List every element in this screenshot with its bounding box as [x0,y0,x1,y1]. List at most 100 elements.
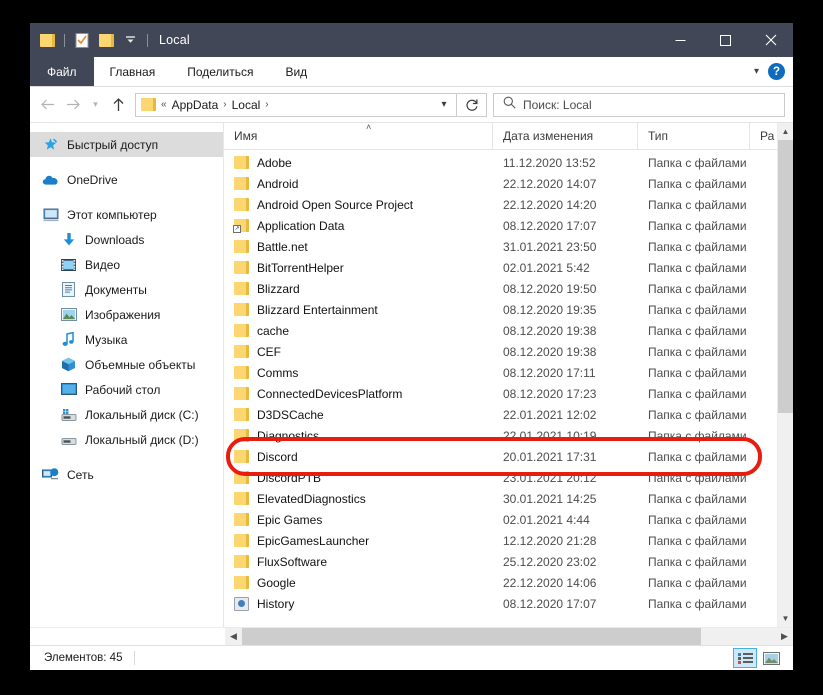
table-row[interactable]: EpicGamesLauncher 12.12.2020 21:28 Папка с… [224,530,793,551]
recent-locations-icon[interactable]: ▾ [86,92,105,118]
vertical-scrollbar[interactable]: ▲ ▼ [777,123,793,627]
file-name-cell[interactable]: DiscordPTB [224,471,493,485]
file-name-cell[interactable]: Google [224,576,493,590]
tab-file[interactable]: Файл [30,57,94,86]
breadcrumb-separator[interactable]: › [264,99,269,110]
close-button[interactable] [748,23,793,57]
sidebar-item-documents[interactable]: Документы [30,277,223,302]
file-name-cell[interactable]: History [224,596,493,611]
scroll-up-button[interactable]: ▲ [777,123,793,140]
tab-share[interactable]: Поделиться [171,57,269,86]
table-row[interactable]: Android 22.12.2020 14:07 Папка с файлами [224,173,793,194]
file-name-cell[interactable]: Blizzard Entertainment [224,303,493,317]
horizontal-scroll-track[interactable] [242,628,776,645]
table-row[interactable]: cache 08.12.2020 19:38 Папка с файлами [224,320,793,341]
file-name-cell[interactable]: Adobe [224,156,493,170]
table-row[interactable]: Diagnostics 22.01.2021 10:19 Папка с файла… [224,425,793,446]
table-row[interactable]: History 08.12.2020 17:07 Папка с файлами [224,593,793,614]
sidebar-item-music[interactable]: Музыка [30,327,223,352]
file-name-cell[interactable]: D3DSCache [224,408,493,422]
table-row[interactable]: ↗ Application Data 08.12.2020 17:07 Папка с… [224,215,793,236]
sidebar-item-videos[interactable]: Видео [30,252,223,277]
sidebar-item-quick-access[interactable]: Быстрый доступ [30,132,223,157]
sidebar-item-onedrive[interactable]: OneDrive [30,167,223,192]
search-box[interactable]: Поиск: Local [493,92,785,117]
new-folder-icon[interactable] [95,29,117,51]
table-row[interactable]: CEF 08.12.2020 19:38 Папка с файлами [224,341,793,362]
minimize-button[interactable] [658,23,703,57]
scroll-left-button[interactable]: ◀ [225,628,242,645]
file-name-cell[interactable]: cache [224,324,493,338]
tab-view[interactable]: Вид [269,57,323,86]
sidebar-item-3d-objects[interactable]: Объемные объекты [30,352,223,377]
table-row[interactable]: DiscordPTB 23.01.2021 20:12 Папка с файлам… [224,467,793,488]
file-name-cell[interactable]: FluxSoftware [224,555,493,569]
refresh-icon[interactable] [457,92,487,117]
breadcrumb-local[interactable]: Local [228,98,265,112]
sidebar-item-pictures[interactable]: Изображения [30,302,223,327]
column-header-type[interactable]: Тип [638,122,750,150]
file-name-cell[interactable]: EpicGamesLauncher [224,534,493,548]
table-row[interactable]: Comms 08.12.2020 17:11 Папка с файлами [224,362,793,383]
chevron-down-icon[interactable]: ▾ [432,94,456,116]
search-input[interactable]: Поиск: Local [523,98,592,112]
sidebar-item-desktop[interactable]: Рабочий стол [30,377,223,402]
table-row[interactable]: FluxSoftware 25.12.2020 23:02 Папка с файл… [224,551,793,572]
up-button[interactable] [105,92,131,118]
sidebar-item-this-pc[interactable]: Этот компьютер [30,202,223,227]
details-view-icon[interactable] [733,648,757,668]
folder-icon[interactable] [36,29,58,51]
properties-icon[interactable] [71,29,93,51]
table-row[interactable]: Blizzard Entertainment 08.12.2020 19:35 Па… [224,299,793,320]
chevron-down-icon[interactable] [119,29,141,51]
column-header-date-modified[interactable]: Дата изменения [493,122,638,150]
table-row[interactable]: D3DSCache 22.01.2021 12:02 Папка с файлами [224,404,793,425]
file-name-cell[interactable]: Discord [224,450,493,464]
table-row[interactable]: Epic Games 02.01.2021 4:44 Папка с файлами [224,509,793,530]
file-name-cell[interactable]: CEF [224,345,493,359]
scroll-down-button[interactable]: ▼ [777,610,793,627]
sidebar-item-local-disk-d[interactable]: Локальный диск (D:) [30,427,223,452]
file-name-cell[interactable]: ↗ Application Data [224,219,493,233]
forward-button[interactable] [60,92,86,118]
table-row[interactable]: Battle.net 31.01.2021 23:50 Папка с файлам… [224,236,793,257]
file-name-cell[interactable]: ElevatedDiagnostics [224,492,493,506]
help-button[interactable]: ? [768,63,785,80]
file-name-cell[interactable]: Android Open Source Project [224,198,493,212]
file-name-cell[interactable]: Comms [224,366,493,380]
horizontal-scroll-thumb[interactable] [242,628,702,645]
breadcrumb-appdata[interactable]: AppData [168,98,223,112]
chevron-down-icon[interactable]: ▾ [754,66,759,77]
column-header-name[interactable]: Имя ˄ [224,122,493,150]
table-row[interactable]: Discord 20.01.2021 17:31 Папка с файлами [224,446,793,467]
table-row[interactable]: Google 22.12.2020 14:06 Папка с файлами [224,572,793,593]
horizontal-scrollbar[interactable]: ◀ ▶ [30,627,793,645]
file-name-cell[interactable]: Epic Games [224,513,493,527]
file-name-cell[interactable]: ConnectedDevicesPlatform [224,387,493,401]
scroll-right-button[interactable]: ▶ [776,628,793,645]
maximize-button[interactable] [703,23,748,57]
status-bar: Элементов: 45 [30,645,793,670]
file-name-cell[interactable]: BitTorrentHelper [224,261,493,275]
back-button[interactable] [34,92,60,118]
vertical-scroll-track[interactable] [777,140,793,610]
table-row[interactable]: Adobe 11.12.2020 13:52 Папка с файлами [224,152,793,173]
table-row[interactable]: ElevatedDiagnostics 30.01.2021 14:25 Папка… [224,488,793,509]
large-icons-view-icon[interactable] [759,648,783,668]
address-bar[interactable]: « AppData › Local › ▾ [135,92,457,117]
table-row[interactable]: BitTorrentHelper 02.01.2021 5:42 Папка с ф… [224,257,793,278]
sidebar-item-downloads[interactable]: Downloads [30,227,223,252]
file-name-cell[interactable]: Diagnostics [224,429,493,443]
sidebar-item-local-disk-c[interactable]: Локальный диск (C:) [30,402,223,427]
tab-home[interactable]: Главная [94,57,172,86]
view-mode-buttons [733,648,793,668]
sidebar-item-network[interactable]: Сеть [30,462,223,487]
file-name-cell[interactable]: Android [224,177,493,191]
file-name-cell[interactable]: Blizzard [224,282,493,296]
breadcrumb-root[interactable]: « [160,99,168,110]
table-row[interactable]: Blizzard 08.12.2020 19:50 Папка с файлами [224,278,793,299]
table-row[interactable]: Android Open Source Project 22.12.2020 14… [224,194,793,215]
vertical-scroll-thumb[interactable] [777,140,793,413]
file-name-cell[interactable]: Battle.net [224,240,493,254]
table-row[interactable]: ConnectedDevicesPlatform 08.12.2020 17:23… [224,383,793,404]
